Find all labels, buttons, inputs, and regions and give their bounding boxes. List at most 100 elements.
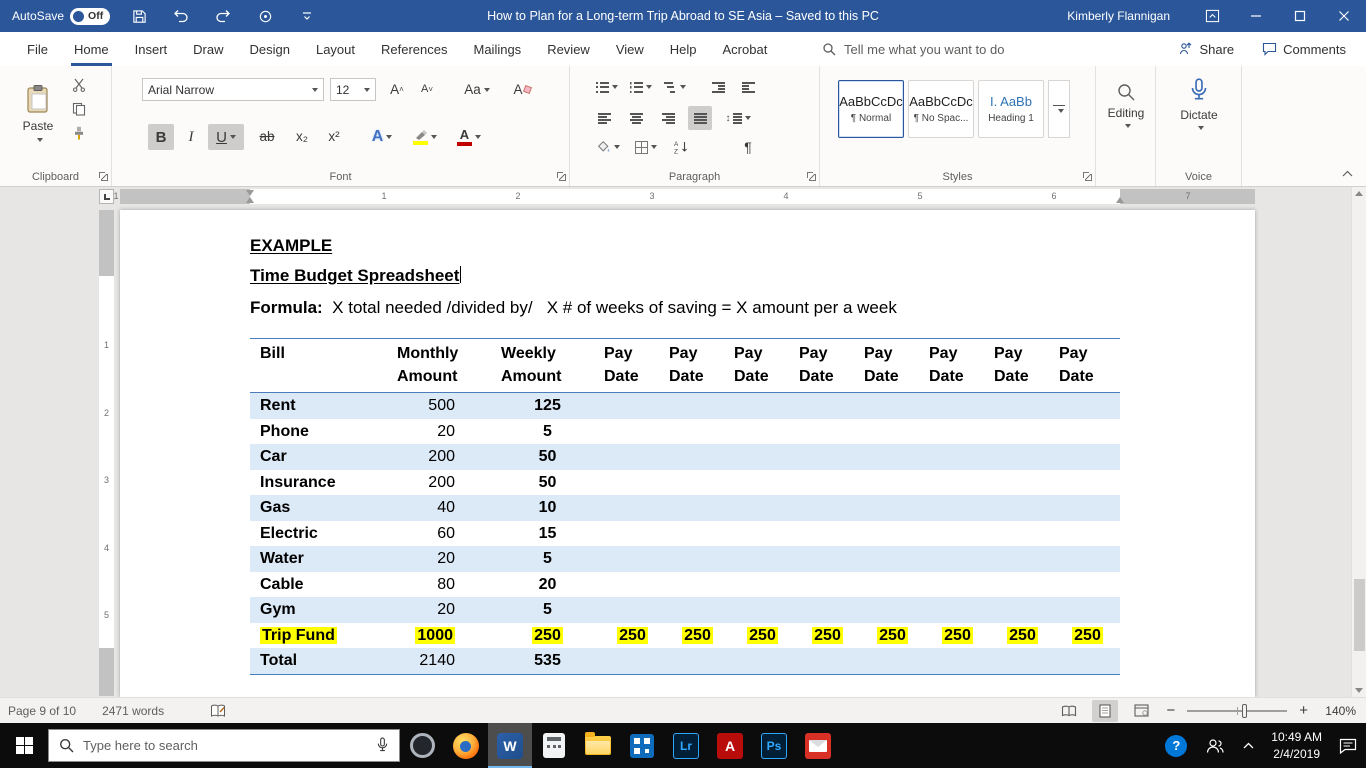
undo-button[interactable] <box>168 3 194 29</box>
document-page[interactable]: EXAMPLE Time Budget Spreadsheet Formula:… <box>120 210 1255 697</box>
increase-indent-button[interactable] <box>736 76 760 98</box>
zoom-slider[interactable] <box>1187 703 1288 718</box>
zoom-level[interactable]: 140% <box>1320 704 1356 718</box>
menu-tab-mailings[interactable]: Mailings <box>461 32 535 66</box>
menu-tab-home[interactable]: Home <box>61 32 122 66</box>
bold-button[interactable]: B <box>148 124 174 150</box>
font-size-combobox[interactable]: 12 <box>330 78 376 101</box>
bullet-list-button[interactable] <box>592 76 622 98</box>
taskbar-app-mail[interactable] <box>796 723 840 768</box>
taskbar-clock[interactable]: 10:49 AM 2/4/2019 <box>1263 729 1330 761</box>
action-center-button[interactable] <box>1330 723 1366 768</box>
save-button[interactable] <box>126 3 152 29</box>
vertical-scrollbar[interactable] <box>1351 187 1366 697</box>
taskbar-mic-icon[interactable] <box>376 737 389 754</box>
taskbar-app-lightroom[interactable]: Lr <box>664 723 708 768</box>
menu-tab-insert[interactable]: Insert <box>122 32 181 66</box>
table-row-trip-fund[interactable]: Trip Fund 1000 250 250 250 250 250 250 250 250 250 <box>250 623 1120 649</box>
align-left-button[interactable] <box>592 106 616 130</box>
taskbar-app-acrobat[interactable]: A <box>708 723 752 768</box>
read-mode-button[interactable] <box>1056 700 1082 722</box>
font-dialog-launcher[interactable] <box>557 172 566 181</box>
show-hidden-icons-button[interactable] <box>1234 723 1263 768</box>
line-spacing-button[interactable]: ↕ <box>722 106 754 130</box>
proofing-status-button[interactable] <box>210 704 226 718</box>
tell-me-box[interactable] <box>822 37 1054 61</box>
taskbar-app-circle-app[interactable] <box>400 723 444 768</box>
customize-quick-access-toolbar-button[interactable] <box>294 3 320 29</box>
format-painter-button[interactable] <box>72 126 86 140</box>
taskbar-app-firefox[interactable] <box>444 723 488 768</box>
tab-stop-selector[interactable] <box>99 189 114 204</box>
table-row-electric[interactable]: Electric 60 15 <box>250 521 1120 547</box>
styles-dialog-launcher[interactable] <box>1083 172 1092 181</box>
scrollbar-thumb[interactable] <box>1354 579 1365 651</box>
zoom-slider-thumb[interactable] <box>1242 703 1248 718</box>
paste-button[interactable]: Paste <box>14 76 62 170</box>
numbered-list-button[interactable] <box>626 76 656 98</box>
menu-tab-references[interactable]: References <box>368 32 460 66</box>
menu-tab-help[interactable]: Help <box>657 32 710 66</box>
hanging-indent-marker[interactable] <box>246 197 254 203</box>
vertical-ruler[interactable]: 1 2 3 4 5 <box>99 210 114 696</box>
editing-button[interactable]: Editing <box>1102 82 1150 128</box>
help-button[interactable]: ? <box>1156 723 1196 768</box>
dictate-button[interactable]: Dictate <box>1172 78 1226 130</box>
table-row-water[interactable]: Water 20 5 <box>250 546 1120 572</box>
shading-button[interactable] <box>592 136 624 158</box>
show-hide-pilcrow-button[interactable]: ¶ <box>736 136 760 158</box>
collapse-ribbon-button[interactable] <box>1338 166 1356 180</box>
text-highlight-color-button[interactable] <box>406 124 444 150</box>
clipboard-dialog-launcher[interactable] <box>99 172 108 181</box>
taskbar-search-input[interactable] <box>83 738 367 753</box>
styles-gallery-more-button[interactable] <box>1048 80 1070 138</box>
share-button[interactable]: Share <box>1179 42 1234 57</box>
subscript-button[interactable]: x₂ <box>288 124 316 150</box>
style-card-normal[interactable]: AaBbCcDc ¶ Normal <box>838 80 904 138</box>
autosave-toggle[interactable]: Off <box>70 7 111 25</box>
taskbar-search-box[interactable] <box>48 729 400 762</box>
taskbar-app-qr-app[interactable] <box>620 723 664 768</box>
ribbon-display-options-button[interactable] <box>1190 0 1234 32</box>
touch-mouse-mode-button[interactable] <box>252 3 278 29</box>
page-indicator[interactable]: Page 9 of 10 <box>8 704 76 718</box>
table-row-rent[interactable]: Rent 500 125 <box>250 393 1120 419</box>
budget-table[interactable]: Bill Monthly Amount Weekly Amount Pay Date Pay D… <box>250 338 1120 675</box>
table-row-gas[interactable]: Gas 40 10 <box>250 495 1120 521</box>
right-indent-marker[interactable] <box>1116 197 1124 203</box>
print-layout-button[interactable] <box>1092 699 1119 722</box>
taskbar-app-photoshop[interactable]: Ps <box>752 723 796 768</box>
table-row-cable[interactable]: Cable 80 20 <box>250 572 1120 598</box>
copy-button[interactable] <box>72 102 86 116</box>
multilevel-list-button[interactable] <box>660 76 690 98</box>
menu-tab-view[interactable]: View <box>603 32 657 66</box>
text-effects-button[interactable]: A <box>364 124 400 150</box>
menu-tab-layout[interactable]: Layout <box>303 32 368 66</box>
table-row-phone[interactable]: Phone 20 5 <box>250 419 1120 445</box>
word-count[interactable]: 2471 words <box>102 704 164 718</box>
people-button[interactable] <box>1196 723 1234 768</box>
tell-me-input[interactable] <box>844 41 1054 57</box>
style-card-no-spac[interactable]: AaBbCcDc ¶ No Spac... <box>908 80 974 138</box>
maximize-button[interactable] <box>1278 0 1322 32</box>
taskbar-app-word[interactable]: W <box>488 723 532 768</box>
zoom-in-button[interactable]: + <box>1297 702 1310 719</box>
table-row-insurance[interactable]: Insurance 200 50 <box>250 470 1120 496</box>
redo-button[interactable] <box>210 3 236 29</box>
paragraph-dialog-launcher[interactable] <box>807 172 816 181</box>
menu-tab-file[interactable]: File <box>14 32 61 66</box>
strikethrough-button[interactable]: ab <box>252 124 282 150</box>
horizontal-ruler[interactable]: 11234567 <box>113 189 1255 204</box>
comments-button[interactable]: Comments <box>1262 42 1346 57</box>
font-color-button[interactable]: A <box>450 124 488 150</box>
web-layout-button[interactable] <box>1128 700 1154 722</box>
table-row-total[interactable]: Total 2140 535 <box>250 648 1120 674</box>
taskbar-app-file-explorer[interactable] <box>576 723 620 768</box>
italic-button[interactable]: I <box>178 124 204 150</box>
borders-button[interactable] <box>630 136 662 158</box>
menu-tab-draw[interactable]: Draw <box>180 32 236 66</box>
grow-font-button[interactable]: A ˄ <box>384 78 410 101</box>
first-line-indent-marker[interactable] <box>246 190 254 196</box>
close-button[interactable] <box>1322 0 1366 32</box>
user-name[interactable]: Kimberly Flannigan <box>1067 9 1170 23</box>
